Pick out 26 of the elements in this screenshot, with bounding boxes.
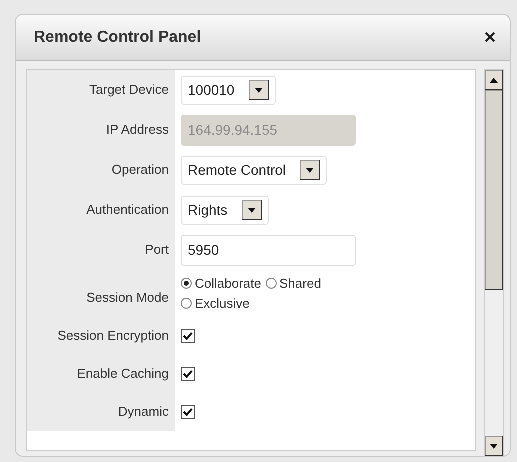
field-label: Authentication — [27, 190, 175, 230]
checkbox[interactable] — [181, 367, 195, 381]
radio-option[interactable]: Exclusive — [181, 294, 250, 313]
scrollbar-thumb[interactable] — [485, 90, 503, 290]
checkbox[interactable] — [181, 329, 195, 343]
field-label: Target Device — [27, 70, 175, 110]
field-label: Session Mode — [27, 270, 175, 317]
field-label: Session Encryption — [27, 317, 175, 355]
dropdown[interactable]: Rights — [181, 196, 269, 224]
field-label: Dynamic — [27, 393, 175, 431]
field-label: IP Address — [27, 110, 175, 150]
close-button[interactable]: × — [482, 28, 498, 48]
field-label: Enable Caching — [27, 355, 175, 393]
radio-option[interactable]: Shared — [266, 274, 322, 294]
scroll-down-button[interactable] — [485, 436, 503, 456]
down-arrow-icon — [490, 444, 498, 448]
dropdown[interactable]: 100010 — [181, 76, 276, 104]
window-title: Remote Control Panel — [34, 28, 202, 48]
input-field[interactable]: 5950 — [181, 234, 356, 266]
field-label: Port — [27, 230, 175, 270]
field-label: Operation — [27, 150, 175, 190]
radio-option[interactable]: Collaborate — [181, 274, 262, 294]
checkbox[interactable] — [181, 405, 195, 419]
scroll-up-button[interactable] — [485, 70, 503, 90]
up-arrow-icon — [490, 78, 498, 82]
dropdown[interactable]: Remote Control — [181, 156, 328, 184]
